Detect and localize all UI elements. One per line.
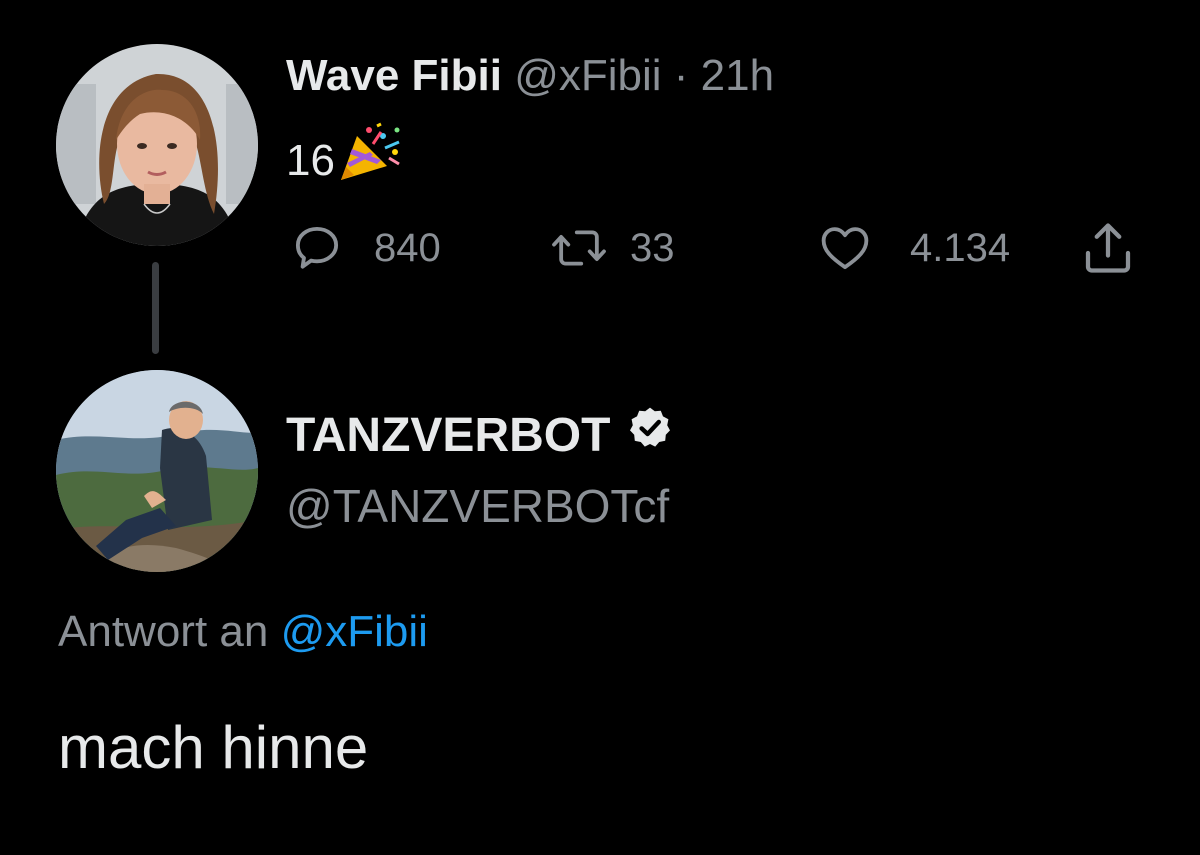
author-name[interactable]: Wave Fibii — [286, 51, 502, 100]
share-button[interactable] — [1078, 218, 1138, 278]
reply-mention-link[interactable]: @xFibii — [281, 607, 428, 656]
share-icon — [1085, 223, 1131, 273]
reply-button[interactable]: 840 — [290, 218, 441, 278]
like-button[interactable]: 4.134 — [818, 218, 1010, 278]
reply-author-name-row: TANZVERBOT — [286, 404, 674, 467]
retweet-icon — [552, 230, 606, 266]
header-separator: · — [673, 51, 689, 100]
reply-text: mach hinne — [58, 714, 369, 781]
reply-context: Antwort an @xFibii — [58, 602, 428, 662]
reply-icon — [295, 226, 339, 269]
reply-author-handle[interactable]: @TANZVERBOTcf — [286, 476, 669, 536]
reply-author-name[interactable]: TANZVERBOT — [286, 406, 610, 466]
tweet-time[interactable]: 21h — [701, 51, 774, 100]
reply-count: 840 — [374, 225, 441, 270]
party-popper-icon — [337, 122, 403, 200]
avatar-tanzverbot[interactable] — [56, 370, 258, 572]
like-count: 4.134 — [910, 225, 1011, 270]
avatar-wave-fibii[interactable] — [56, 44, 258, 246]
tweet-header: Wave Fibii @xFibii · 21h — [286, 48, 774, 104]
retweet-count: 33 — [630, 225, 675, 270]
tweet-text: 16 — [286, 122, 403, 200]
reply-prefix: Antwort an — [58, 607, 269, 656]
retweet-button[interactable]: 33 — [550, 218, 675, 278]
author-handle[interactable]: @xFibii — [514, 51, 661, 100]
tweet-text-content: 16 — [286, 136, 335, 185]
thread-connector-line — [152, 262, 159, 354]
heart-icon — [821, 227, 869, 270]
verified-badge-icon — [626, 404, 674, 467]
